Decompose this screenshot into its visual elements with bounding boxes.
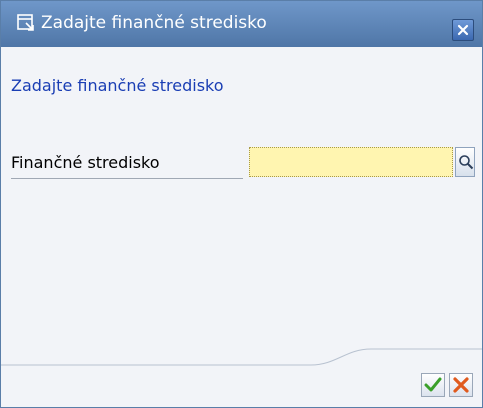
close-button[interactable] [452,19,474,41]
cancel-button[interactable] [449,373,473,397]
search-help-button[interactable] [455,147,475,177]
label-underline [11,178,243,179]
dialog-subtitle: Zadajte finančné stredisko [11,76,224,95]
footer-divider [1,348,482,366]
cancel-icon [453,377,469,393]
dialog-title: Zadajte finančné stredisko [41,13,267,33]
close-icon [457,24,469,36]
financial-center-input[interactable] [249,147,453,177]
checkmark-icon [424,377,442,392]
search-icon [459,155,474,170]
ok-button[interactable] [421,373,445,397]
dialog-window-icon [17,14,35,32]
financial-center-row: Finančné stredisko [11,147,475,181]
dialog-content: Zadajte finančné stredisko Finančné stre… [1,47,482,407]
dialog-window: Zadajte finančné stredisko Zadajte finan… [0,0,483,408]
financial-center-label: Finančné stredisko [11,153,160,172]
dialog-footer [1,347,482,407]
title-bar: Zadajte finančné stredisko [1,1,482,47]
